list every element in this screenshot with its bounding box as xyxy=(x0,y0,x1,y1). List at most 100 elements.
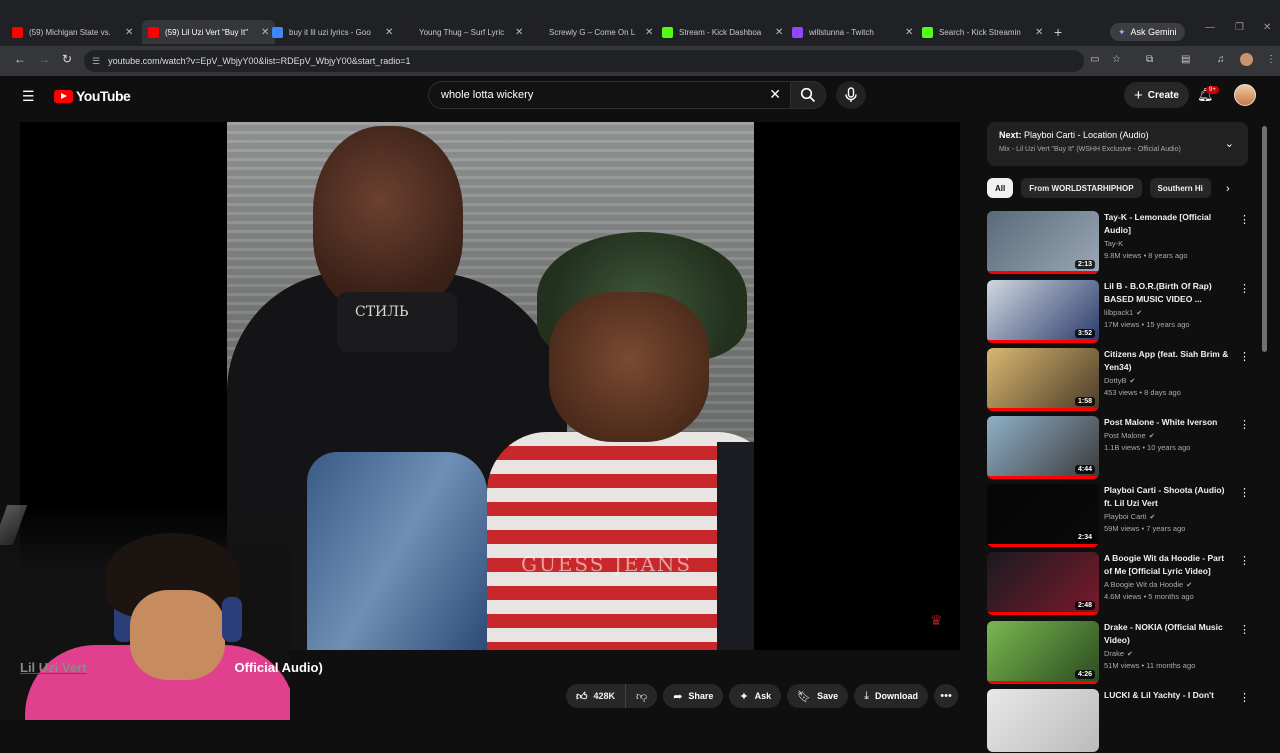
chevron-down-icon[interactable]: ⌄ xyxy=(1225,137,1234,150)
bookmark-star-icon[interactable]: ☆ xyxy=(1112,54,1121,65)
recommendation-title[interactable]: Citizens App (feat. Siah Brim & Yen34) xyxy=(1104,348,1234,374)
chevron-right-icon[interactable]: › xyxy=(1226,183,1230,195)
bookmark-icon: 🔖︎ xyxy=(797,690,812,703)
more-options-icon[interactable]: ⋮ xyxy=(1239,623,1250,636)
recommendation-title[interactable]: Drake - NOKIA (Official Music Video) xyxy=(1104,621,1234,647)
channel-name[interactable]: DottyB xyxy=(1104,376,1127,385)
video-thumbnail[interactable]: 2:34 xyxy=(987,484,1099,547)
minimize-icon[interactable]: — xyxy=(1205,22,1215,33)
browser-menu-icon[interactable]: ⋮ xyxy=(1266,54,1276,65)
video-thumbnail[interactable] xyxy=(987,689,1099,752)
filter-chip[interactable]: All xyxy=(987,178,1014,198)
search-input[interactable]: whole lotta wickery ✕ xyxy=(428,81,792,109)
new-tab-button[interactable]: + xyxy=(1054,24,1062,40)
voice-search-button[interactable] xyxy=(836,81,866,109)
more-options-icon[interactable]: ⋮ xyxy=(1239,350,1250,363)
channel-name[interactable]: lilbpack1 xyxy=(1104,308,1133,317)
share-button[interactable]: ➦ Share xyxy=(663,684,724,708)
browser-tab[interactable]: Young Thug – Surf Lyric ✕ xyxy=(402,20,523,44)
browser-profile-avatar[interactable] xyxy=(1240,53,1253,66)
channel-name[interactable]: Playboi Carti xyxy=(1104,512,1147,521)
account-avatar[interactable] xyxy=(1234,84,1256,106)
close-tab-icon[interactable]: ✕ xyxy=(125,27,133,38)
recommendation-title[interactable]: Playboi Carti - Shoota (Audio) ft. Lil U… xyxy=(1104,484,1234,510)
up-next-card[interactable]: Next: Playboi Carti - Location (Audio) M… xyxy=(987,122,1248,166)
tab-title: (59) Michigan State vs. xyxy=(29,27,111,37)
forward-icon[interactable]: → xyxy=(38,52,50,66)
recommendation-title[interactable]: A Boogie Wit da Hoodie - Part of Me [Off… xyxy=(1104,552,1234,578)
address-bar[interactable]: ☰ youtube.com/watch?v=EpV_WbjyY00&list=R… xyxy=(84,50,1084,72)
tab-title: Search - Kick Streamin xyxy=(939,27,1021,37)
browser-tab[interactable]: buy it lil uzi lyrics - Goo ✕ xyxy=(272,20,393,44)
reload-icon[interactable]: ↻ xyxy=(62,52,72,66)
site-info-icon[interactable]: ☰ xyxy=(92,56,100,67)
recommendation-title[interactable]: LUCKI & Lil Yachty - I Don't xyxy=(1104,689,1234,702)
close-tab-icon[interactable]: ✕ xyxy=(1035,27,1043,38)
more-options-icon[interactable]: ⋮ xyxy=(1239,213,1250,226)
create-button[interactable]: + Create xyxy=(1124,82,1189,108)
filter-chip[interactable]: Southern Hi xyxy=(1149,178,1211,198)
close-tab-icon[interactable]: ✕ xyxy=(261,27,269,38)
video-thumbnail[interactable]: 4:44 xyxy=(987,416,1099,479)
tab-title: willstunna - Twitch xyxy=(809,27,874,37)
browser-tab[interactable]: Screwly G – Come On L ✕ xyxy=(532,20,653,44)
recommendation-item[interactable]: 2:34 Playboi Carti - Shoota (Audio) ft. L… xyxy=(987,484,1257,548)
dislike-button[interactable]: 👎︎ xyxy=(626,684,657,708)
video-thumbnail[interactable]: 2:48 xyxy=(987,552,1099,615)
side-panel-icon[interactable]: ▤ xyxy=(1181,54,1190,65)
verified-check-icon: ✔ xyxy=(1186,582,1193,589)
recommendation-title[interactable]: Post Malone - White Iverson xyxy=(1104,416,1234,429)
back-icon[interactable]: ← xyxy=(14,52,26,66)
maximize-icon[interactable]: ❐ xyxy=(1235,22,1244,33)
close-tab-icon[interactable]: ✕ xyxy=(645,27,653,38)
more-options-icon[interactable]: ⋮ xyxy=(1239,691,1250,704)
more-options-icon[interactable]: ⋮ xyxy=(1239,418,1250,431)
search-button[interactable] xyxy=(790,81,826,109)
download-button[interactable]: ⤓ Download xyxy=(854,684,929,708)
recommendation-item[interactable]: 2:13 Tay-K - Lemonade [Official Audio] Tay… xyxy=(987,211,1257,275)
save-button[interactable]: 🔖︎ Save xyxy=(787,684,849,708)
recommendation-item[interactable]: 4:26 Drake - NOKIA (Official Music Video)… xyxy=(987,621,1257,685)
close-tab-icon[interactable]: ✕ xyxy=(775,27,783,38)
browser-tab[interactable]: (59) Michigan State vs. ✕ xyxy=(12,20,133,44)
ask-gemini-button[interactable]: ✦ Ask Gemini xyxy=(1110,23,1185,41)
recommendation-item[interactable]: 2:48 A Boogie Wit da Hoodie - Part of Me … xyxy=(987,552,1257,616)
close-window-icon[interactable]: ✕ xyxy=(1263,22,1271,33)
youtube-logo[interactable]: YouTube xyxy=(54,88,131,104)
ask-button[interactable]: ✦ Ask xyxy=(729,684,782,708)
verified-check-icon: ✔ xyxy=(1148,433,1155,440)
close-tab-icon[interactable]: ✕ xyxy=(515,27,523,38)
media-controls-icon[interactable]: ♫ xyxy=(1217,54,1225,65)
more-actions-button[interactable]: ••• xyxy=(934,684,959,708)
more-options-icon[interactable]: ⋮ xyxy=(1239,554,1250,567)
recommendation-item[interactable]: 1:58 Citizens App (feat. Siah Brim & Yen3… xyxy=(987,348,1257,412)
recommendation-item[interactable]: 4:44 Post Malone - White Iverson Post Malo… xyxy=(987,416,1257,480)
recommendation-title[interactable]: Tay-K - Lemonade [Official Audio] xyxy=(1104,211,1234,237)
filter-chip[interactable]: From WORLDSTARHIPHOP xyxy=(1021,178,1142,198)
clear-search-icon[interactable]: ✕ xyxy=(769,86,781,103)
video-thumbnail[interactable]: 1:58 xyxy=(987,348,1099,411)
video-thumbnail[interactable]: 2:13 xyxy=(987,211,1099,274)
like-button[interactable]: 👍︎ 428K xyxy=(566,684,627,708)
channel-name[interactable]: A Boogie Wit da Hoodie xyxy=(1104,580,1183,589)
channel-name[interactable]: Post Malone xyxy=(1104,431,1146,440)
scrollbar[interactable] xyxy=(1262,126,1267,352)
browser-tab[interactable]: willstunna - Twitch ✕ xyxy=(792,20,913,44)
more-options-icon[interactable]: ⋮ xyxy=(1239,282,1250,295)
more-options-icon[interactable]: ⋮ xyxy=(1239,486,1250,499)
channel-name[interactable]: Tay-K xyxy=(1104,239,1123,248)
recommendation-item[interactable]: 3:52 Lil B - B.O.R.(Birth Of Rap) BASED M… xyxy=(987,280,1257,344)
cast-icon[interactable]: ▭ xyxy=(1090,54,1099,65)
browser-tab[interactable]: Search - Kick Streamin ✕ xyxy=(922,20,1043,44)
extensions-icon[interactable]: ⧉ xyxy=(1146,54,1153,65)
close-tab-icon[interactable]: ✕ xyxy=(385,27,393,38)
video-thumbnail[interactable]: 4:26 xyxy=(987,621,1099,684)
channel-name[interactable]: Drake xyxy=(1104,649,1124,658)
video-thumbnail[interactable]: 3:52 xyxy=(987,280,1099,343)
close-tab-icon[interactable]: ✕ xyxy=(905,27,913,38)
recommendation-title[interactable]: Lil B - B.O.R.(Birth Of Rap) BASED MUSIC… xyxy=(1104,280,1234,306)
recommendation-item[interactable]: LUCKI & Lil Yachty - I Don't ⋮ xyxy=(987,689,1257,753)
menu-icon[interactable]: ☰ xyxy=(22,88,35,105)
browser-tab[interactable]: (59) Lil Uzi Vert "Buy It" ✕ xyxy=(142,20,276,44)
browser-tab[interactable]: Stream - Kick Dashboa ✕ xyxy=(662,20,783,44)
